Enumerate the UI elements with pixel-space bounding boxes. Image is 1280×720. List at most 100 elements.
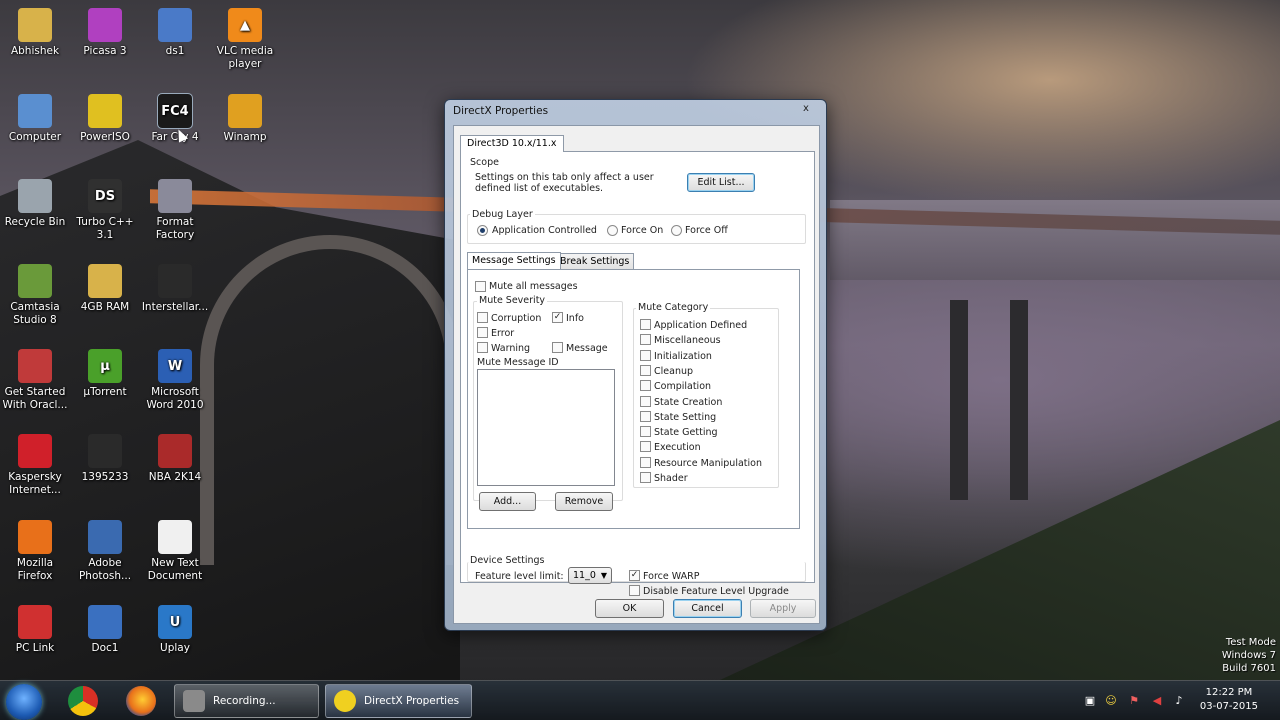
disable-feature-upgrade-label: Disable Feature Level Upgrade [643,586,789,597]
category-label: Resource Manipulation [654,457,762,469]
radio-force-on[interactable] [607,225,618,236]
category-checkbox[interactable] [640,380,651,392]
category-checkbox[interactable] [640,364,651,376]
desktop-icon[interactable]: Mozilla Firefox [0,516,70,583]
desktop-icon[interactable]: Doc1 [70,601,140,655]
desktop-icon[interactable]: DS Turbo C++ 3.1 [70,175,140,242]
format-factory-icon [158,179,192,213]
firefox-icon [18,520,52,554]
tray-flag-icon[interactable]: ⚑ [1127,694,1141,708]
desktop-icon[interactable]: µ µTorrent [70,345,140,399]
desktop-icon[interactable]: NBA 2K14 [140,430,210,484]
desktop-icon[interactable]: PowerISO [70,90,140,144]
desktop-icon[interactable]: 1395233 [70,430,140,484]
category-label: Miscellaneous [654,335,721,347]
desktop-icon[interactable]: PC Link [0,601,70,655]
desktop-icon[interactable]: W Microsoft Word 2010 [140,345,210,412]
add-button[interactable]: Add... [479,492,536,511]
debug-layer-label: Debug Layer [470,209,535,220]
feature-level-select[interactable]: 11_0 ▼ [568,567,612,584]
desktop-icon[interactable]: Adobe Photosh... [70,516,140,583]
desktop-icon[interactable]: Camtasia Studio 8 [0,260,70,327]
category-checkbox[interactable] [640,472,651,483]
dialog-client: Direct3D 10.x/11.x Scope Settings on thi… [453,125,820,624]
severity-checkbox[interactable] [477,342,488,353]
category-checkbox[interactable] [640,319,651,330]
desktop-icon[interactable]: Abhishek [0,4,70,58]
start-button[interactable] [6,684,42,720]
desktop-icon[interactable]: ▲ VLC media player [210,4,280,71]
kaspersky-icon [18,434,52,468]
category-checkbox[interactable] [640,349,651,361]
chrome-icon[interactable] [68,686,98,716]
severity-checkbox[interactable]: ✓ [552,312,563,323]
desktop-icon[interactable]: Interstellar... [140,260,210,314]
category-label: Cleanup [654,365,694,377]
desktop-icon[interactable]: U Uplay [140,601,210,655]
image-icon [88,434,122,468]
tab-message-settings[interactable]: Message Settings [467,252,561,269]
directx-properties-window[interactable]: DirectX Properties x Direct3D 10.x/11.x … [444,99,827,631]
mute-all-checkbox[interactable] [475,281,486,292]
edit-list-button[interactable]: Edit List... [687,173,755,192]
desktop-icon[interactable]: Recycle Bin [0,175,70,229]
desktop-icon-label: Picasa 3 [83,45,127,57]
photoshop-icon [88,520,122,554]
category-checkbox[interactable] [640,395,651,407]
desktop-icon-label: Camtasia Studio 8 [10,301,60,326]
desktop-icon[interactable]: ds1 [140,4,210,58]
utorrent-icon: µ [88,349,122,383]
ok-button[interactable]: OK [595,599,664,618]
desktop-icon-label: NBA 2K14 [148,471,202,483]
desktop-icon-label: 4GB RAM [80,301,130,313]
category-label: Initialization [654,350,712,362]
vlc-icon: ▲ [228,8,262,42]
cancel-button[interactable]: Cancel [673,599,742,618]
mute-message-id-label: Mute Message ID [477,357,559,368]
category-checkbox[interactable] [640,334,651,346]
taskbar-recording[interactable]: Recording... [174,684,319,718]
severity-label: Error [491,328,515,339]
system-clock[interactable]: 12:22 PM 03-07-2015 [1200,686,1258,714]
desktop-icon-label: µTorrent [83,386,127,398]
radio-application-controlled[interactable] [477,225,488,236]
device-settings-label: Device Settings [470,555,545,566]
uplay-icon: U [158,605,192,639]
desktop-icon[interactable]: Picasa 3 [70,4,140,58]
desktop-icon[interactable]: Get Started With Oracl... [0,345,70,412]
severity-checkbox[interactable] [552,342,563,353]
desktop-icon[interactable]: New Text Document [140,516,210,583]
radio-force-off[interactable] [671,225,682,236]
tray-speaker-icon[interactable]: ♪ [1172,694,1186,708]
desktop-icon-label: New Text Document [147,557,203,582]
taskbar-directx-properties[interactable]: DirectX Properties [325,684,472,718]
apply-button[interactable]: Apply [750,599,816,618]
taskbar-recording-label: Recording... [213,695,276,707]
close-icon[interactable]: x [798,102,814,116]
tab-break-settings[interactable]: Break Settings [555,253,635,269]
severity-checkbox[interactable] [477,327,488,338]
disable-feature-upgrade-checkbox[interactable] [629,585,640,596]
nba-icon [158,434,192,468]
desktop-icon[interactable]: Computer [0,90,70,144]
tray-volume-icon[interactable]: ◀ [1150,694,1164,708]
desktop-icon[interactable]: Format Factory [140,175,210,242]
severity-checkbox[interactable] [477,312,488,323]
force-warp-checkbox[interactable]: ✓ [629,570,640,581]
desktop-icon[interactable]: 4GB RAM [70,260,140,314]
category-checkbox[interactable] [640,426,651,438]
tray-network-icon[interactable]: ▣ [1083,694,1097,708]
category-checkbox[interactable] [640,456,651,468]
category-checkbox[interactable] [640,441,651,453]
desktop-icon-label: Interstellar... [141,301,209,313]
remove-button[interactable]: Remove [555,492,613,511]
category-checkbox[interactable] [640,410,651,422]
category-label: Shader [654,473,688,484]
desktop-icon[interactable]: Kaspersky Internet... [0,430,70,497]
tab-direct3d[interactable]: Direct3D 10.x/11.x [460,135,564,152]
tray-smiley-icon[interactable]: ☺ [1104,694,1118,708]
desktop-icon[interactable]: Winamp [210,90,280,144]
computer-icon [18,94,52,128]
mute-message-id-list[interactable] [477,369,615,486]
firefox-icon[interactable] [126,686,156,716]
